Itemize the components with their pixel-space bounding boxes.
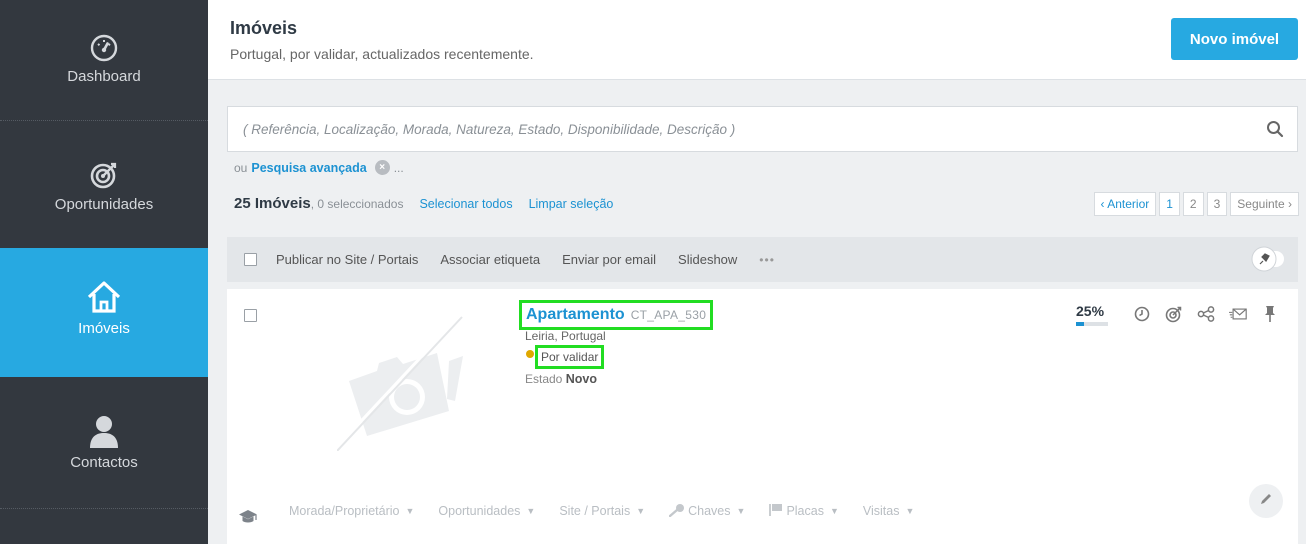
- sidebar-item-label: Dashboard: [67, 68, 141, 85]
- or-text: ou: [234, 160, 248, 175]
- sidebar-item-label: Imóveis: [78, 320, 130, 337]
- search-input[interactable]: [228, 107, 1253, 151]
- results-summary: 25 Imóveis , 0 seleccionados Selecionar …: [234, 195, 613, 212]
- search-icon[interactable]: [1253, 107, 1297, 151]
- advanced-search-row: ou Pesquisa avançada × ...: [234, 160, 404, 175]
- tab-site-portals[interactable]: Site / Portais ▼: [559, 504, 645, 518]
- flag-icon: [769, 503, 783, 520]
- key-icon: [668, 503, 685, 520]
- select-all-checkbox[interactable]: [244, 253, 257, 266]
- graduation-cap-icon[interactable]: [238, 508, 258, 529]
- pagination-next[interactable]: Seguinte ›: [1230, 192, 1299, 216]
- bulk-actions-toolbar: Publicar no Site / Portais Associar etiq…: [227, 237, 1298, 282]
- pagination-page-3[interactable]: 3: [1206, 192, 1228, 216]
- target-icon[interactable]: [1165, 305, 1183, 323]
- tab-label: Site / Portais: [559, 504, 631, 518]
- advanced-search-link[interactable]: Pesquisa avançada: [251, 161, 366, 175]
- tab-address-owner[interactable]: Morada/Proprietário ▼: [289, 504, 414, 518]
- chevron-down-icon: ▼: [405, 506, 415, 516]
- selected-count: , 0 seleccionados: [310, 197, 404, 211]
- page-title: Imóveis: [230, 18, 298, 38]
- completeness-bar: [1076, 322, 1108, 326]
- chevron-down-icon: ▼: [526, 506, 536, 516]
- edit-button[interactable]: [1249, 484, 1283, 518]
- pencil-icon: [1259, 492, 1273, 511]
- target-icon: [89, 150, 119, 190]
- chevron-down-icon: ▼: [636, 506, 646, 516]
- tab-label: Oportunidades: [438, 504, 521, 518]
- chevron-down-icon: ▼: [905, 506, 915, 516]
- clear-selection-link[interactable]: Limpar seleção: [529, 197, 614, 211]
- dashboard-gauge-icon: [89, 22, 119, 62]
- more-actions-button[interactable]: •••: [759, 253, 775, 267]
- completeness-percent: 25%: [1076, 303, 1105, 319]
- page-subtitle: Portugal, por validar, actualizados rece…: [230, 46, 534, 62]
- sidebar-item-imoveis[interactable]: Imóveis: [0, 248, 208, 377]
- pin-icon[interactable]: [1261, 305, 1279, 323]
- chevron-down-icon: ▼: [829, 506, 839, 516]
- close-icon[interactable]: ×: [374, 160, 390, 175]
- tab-opportunities[interactable]: Oportunidades ▼: [438, 504, 535, 518]
- property-card[interactable]: Apartamento CT_APA_530 Leiria, Portugal …: [227, 289, 1298, 544]
- sidebar-item-label: Contactos: [70, 454, 138, 471]
- slideshow-action[interactable]: Slideshow: [678, 252, 737, 267]
- sidebar-item-dashboard[interactable]: Dashboard: [0, 22, 208, 120]
- tab-visits[interactable]: Visitas ▼: [863, 504, 915, 518]
- no-photo-icon: [335, 301, 487, 452]
- completeness-bar-fill: [1076, 322, 1084, 326]
- ellipsis-text: ...: [393, 160, 404, 175]
- share-icon[interactable]: [1197, 305, 1215, 323]
- property-title[interactable]: Apartamento CT_APA_530: [519, 300, 714, 330]
- tab-label: Chaves: [688, 504, 731, 518]
- select-all-link[interactable]: Selecionar todos: [419, 197, 512, 211]
- property-checkbox[interactable]: [244, 309, 257, 322]
- property-location: Leiria, Portugal: [525, 329, 606, 343]
- property-reference: CT_APA_530: [630, 308, 707, 322]
- tab-label: Placas: [786, 504, 824, 518]
- sidebar-item-contactos[interactable]: Contactos: [0, 408, 208, 506]
- completeness-progress: 25%: [1076, 303, 1108, 326]
- tab-label: Visitas: [862, 504, 900, 518]
- property-type[interactable]: Apartamento: [526, 306, 625, 324]
- sidebar: Dashboard Oportunidades Imóveis Contacto…: [0, 0, 208, 544]
- pagination: ‹ Anterior 1 2 3 Seguinte ›: [1093, 192, 1299, 216]
- sidebar-divider: [0, 508, 208, 509]
- condition-label: Estado: [525, 372, 563, 386]
- sidebar-item-oportunidades[interactable]: Oportunidades: [0, 150, 208, 248]
- new-property-button[interactable]: Novo imóvel: [1171, 18, 1298, 60]
- house-icon: [86, 274, 122, 314]
- email-envelope-icon[interactable]: [1229, 305, 1247, 323]
- page-header: Imóveis Portugal, por validar, actualiza…: [208, 0, 1306, 80]
- status-badge: Por validar: [535, 345, 605, 369]
- person-icon: [89, 408, 119, 448]
- tag-action[interactable]: Associar etiqueta: [440, 252, 540, 267]
- property-condition: Estado Novo: [525, 372, 597, 386]
- sidebar-divider: [0, 120, 208, 121]
- tab-label: Morada/Proprietário: [289, 504, 400, 518]
- property-actions: [1133, 305, 1279, 323]
- condition-value: Novo: [565, 372, 597, 386]
- pagination-prev[interactable]: ‹ Anterior: [1093, 192, 1157, 216]
- pagination-page-1[interactable]: 1: [1159, 192, 1180, 216]
- chevron-down-icon: ▼: [736, 506, 746, 516]
- tab-signs[interactable]: Placas ▼: [769, 503, 839, 520]
- status-row: Por validar: [526, 345, 605, 369]
- clock-icon[interactable]: [1133, 305, 1151, 323]
- results-count: 25 Imóveis: [234, 195, 311, 212]
- property-tabs: Morada/Proprietário ▼ Oportunidades ▼ Site…: [227, 491, 1298, 531]
- publish-action[interactable]: Publicar no Site / Portais: [276, 252, 418, 267]
- status-dot: [526, 350, 534, 358]
- tab-keys[interactable]: Chaves ▼: [668, 503, 746, 520]
- pin-toggle[interactable]: [1250, 245, 1286, 273]
- pagination-page-2[interactable]: 2: [1182, 192, 1204, 216]
- sidebar-item-label: Oportunidades: [54, 196, 154, 213]
- search-bar: [227, 106, 1298, 152]
- email-action[interactable]: Enviar por email: [562, 252, 656, 267]
